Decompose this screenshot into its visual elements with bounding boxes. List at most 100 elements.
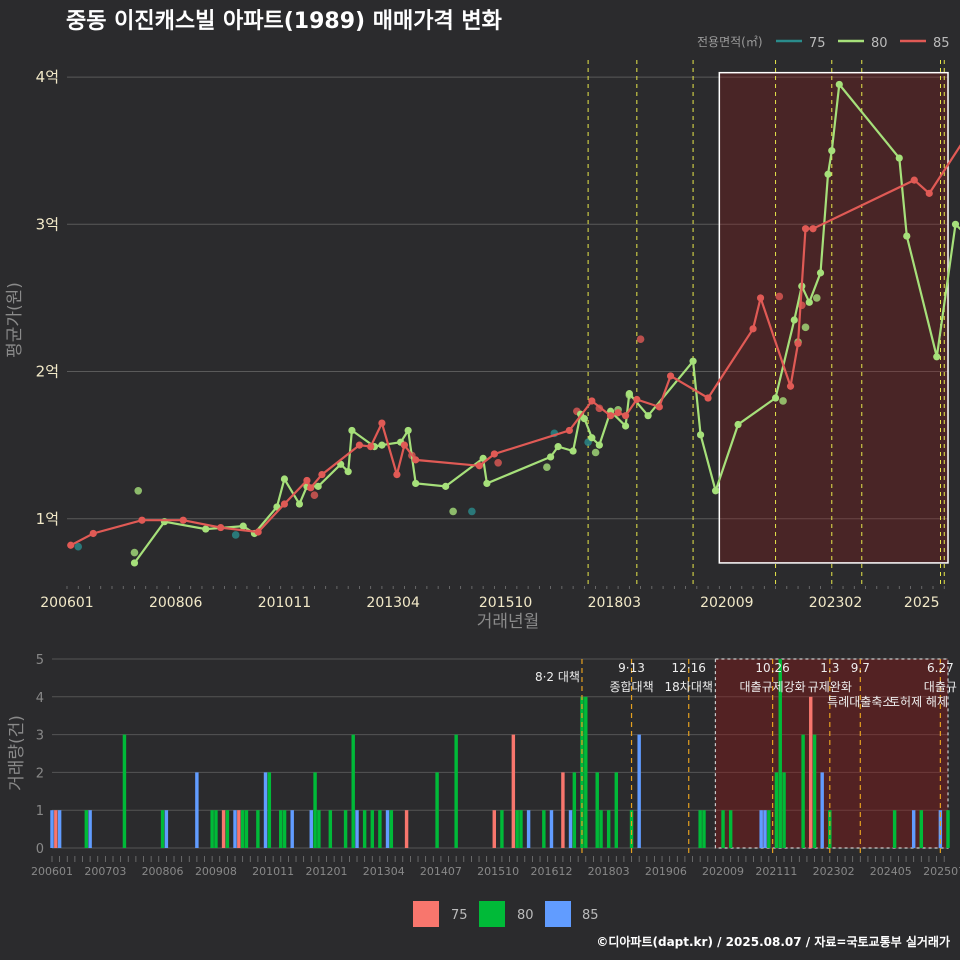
y2-tick-label: 0	[36, 842, 44, 857]
series-point-80	[595, 441, 603, 449]
volume-bar-85	[759, 810, 763, 848]
x2-tick-label: 200908	[195, 865, 237, 878]
series-point-80	[348, 426, 356, 435]
scatter-point-85	[310, 491, 319, 499]
scatter-point-80	[134, 486, 143, 495]
x2-tick-label: 201304	[363, 865, 405, 878]
volume-bar-85	[233, 810, 237, 848]
volume-bar-80	[279, 810, 283, 848]
volume-bar-80	[313, 772, 317, 848]
volume-bar-80	[812, 734, 817, 848]
x2-tick-label: 202111	[755, 865, 797, 878]
volume-bar-85	[568, 810, 573, 848]
chart-title: 중동 이진캐스빌 아파트(1989) 매매가격 변화	[66, 9, 502, 34]
series-point-80	[771, 394, 780, 402]
volume-bar-80	[614, 772, 619, 848]
volume-bar-80	[595, 772, 599, 848]
policy-sublabel: 규제완화	[808, 680, 852, 694]
scatter-point-85	[636, 335, 645, 343]
volume-bar-80	[435, 772, 439, 848]
x2-tick-label: 200703	[84, 865, 126, 878]
series-point-85	[614, 409, 622, 417]
series-point-85	[749, 325, 757, 333]
y-tick-label: 1억	[36, 510, 59, 528]
y2-tick-label: 3	[36, 729, 44, 744]
series-point-80	[816, 269, 825, 277]
volume-bar-80	[584, 696, 588, 848]
series-point-85	[355, 441, 364, 449]
scatter-point-80	[591, 448, 600, 457]
volume-bar-80	[599, 810, 603, 848]
series-point-80	[588, 434, 596, 442]
volume-bar-80	[84, 810, 89, 848]
highlight-box	[718, 71, 949, 564]
series-point-85	[303, 476, 311, 485]
series-point-85	[565, 426, 573, 435]
top-legend-label-75: 75	[809, 36, 826, 51]
series-point-85	[786, 382, 795, 390]
series-point-80	[239, 522, 247, 530]
x2-tick-label: 200601	[31, 865, 73, 878]
series-point-85	[89, 529, 97, 538]
volume-bar-80	[244, 810, 249, 848]
volume-bar-85	[355, 810, 359, 848]
volume-bar-85	[526, 810, 531, 848]
volume-bar-80	[454, 734, 458, 848]
policy-label: 10.26	[755, 661, 789, 675]
volume-bar-80	[721, 810, 725, 848]
volume-bar-80	[782, 772, 786, 848]
volume-bar-80	[210, 810, 214, 848]
y-tick-label: 4억	[36, 68, 59, 86]
series-point-85	[621, 412, 630, 420]
series-point-80	[828, 147, 836, 155]
volume-bar-80	[892, 810, 897, 848]
x2-tick-label: 202507	[923, 865, 960, 878]
series-point-85	[801, 225, 810, 233]
series-point-80	[790, 316, 798, 324]
volume-bar-80	[370, 810, 374, 848]
series-point-85	[794, 339, 802, 348]
volume-bar-80	[774, 772, 779, 848]
series-point-80	[903, 232, 911, 240]
y2-tick-label: 1	[36, 804, 44, 819]
x2-tick-label: 201803	[588, 865, 630, 878]
series-point-80	[711, 487, 720, 495]
policy-extra-label: 토허제 해제	[889, 695, 948, 709]
volume-bar-80	[351, 734, 355, 848]
volume-bar-80	[362, 810, 367, 848]
volume-bar-85	[549, 810, 554, 848]
volume-bar-80	[214, 810, 218, 848]
series-point-85	[179, 516, 187, 524]
volume-bar-85	[164, 810, 169, 848]
bottom-legend-label-85: 85	[582, 908, 599, 923]
x-axis-title: 거래년월	[477, 612, 540, 632]
policy-label: 9.7	[851, 661, 870, 675]
scatter-point-75	[74, 542, 83, 551]
bottom-legend-label-80: 80	[517, 908, 534, 923]
volume-bar-85	[309, 810, 313, 848]
policy-sublabel: 대출규	[924, 680, 957, 694]
bottom-legend: 75 80 85	[413, 901, 599, 927]
series-point-80	[483, 479, 491, 488]
volume-bar-75	[404, 810, 409, 848]
scatter-point-80	[812, 294, 821, 302]
policy-label: 12·16	[672, 661, 706, 675]
x2-tick-label: 202302	[813, 865, 855, 878]
volume-bar-85	[263, 772, 268, 848]
series-point-80	[696, 431, 705, 439]
series-point-80	[625, 390, 633, 398]
x-tick-label: 200601	[40, 595, 93, 611]
top-legend: 전용면적(㎡) 75 80 85	[697, 35, 950, 51]
series-point-85	[367, 443, 375, 451]
scatter-point-75	[231, 531, 240, 539]
scatter-point-80	[779, 397, 787, 405]
policy-label: 6.27	[927, 661, 954, 675]
volume-bar-80	[343, 810, 348, 848]
x-tick-label: 201510	[479, 595, 532, 611]
volume-bar-85	[88, 810, 92, 848]
series-point-80	[280, 475, 289, 483]
volume-bar-80	[328, 810, 333, 848]
price-plot: 1억 2억 3억 4억 200601 200806 201011 201304 201510 20…	[36, 60, 960, 611]
volume-bar-75	[561, 772, 565, 848]
source-caption: ©디아파트(dapt.kr) / 2025.08.07 / 자료=국토교통부 실…	[596, 934, 950, 949]
